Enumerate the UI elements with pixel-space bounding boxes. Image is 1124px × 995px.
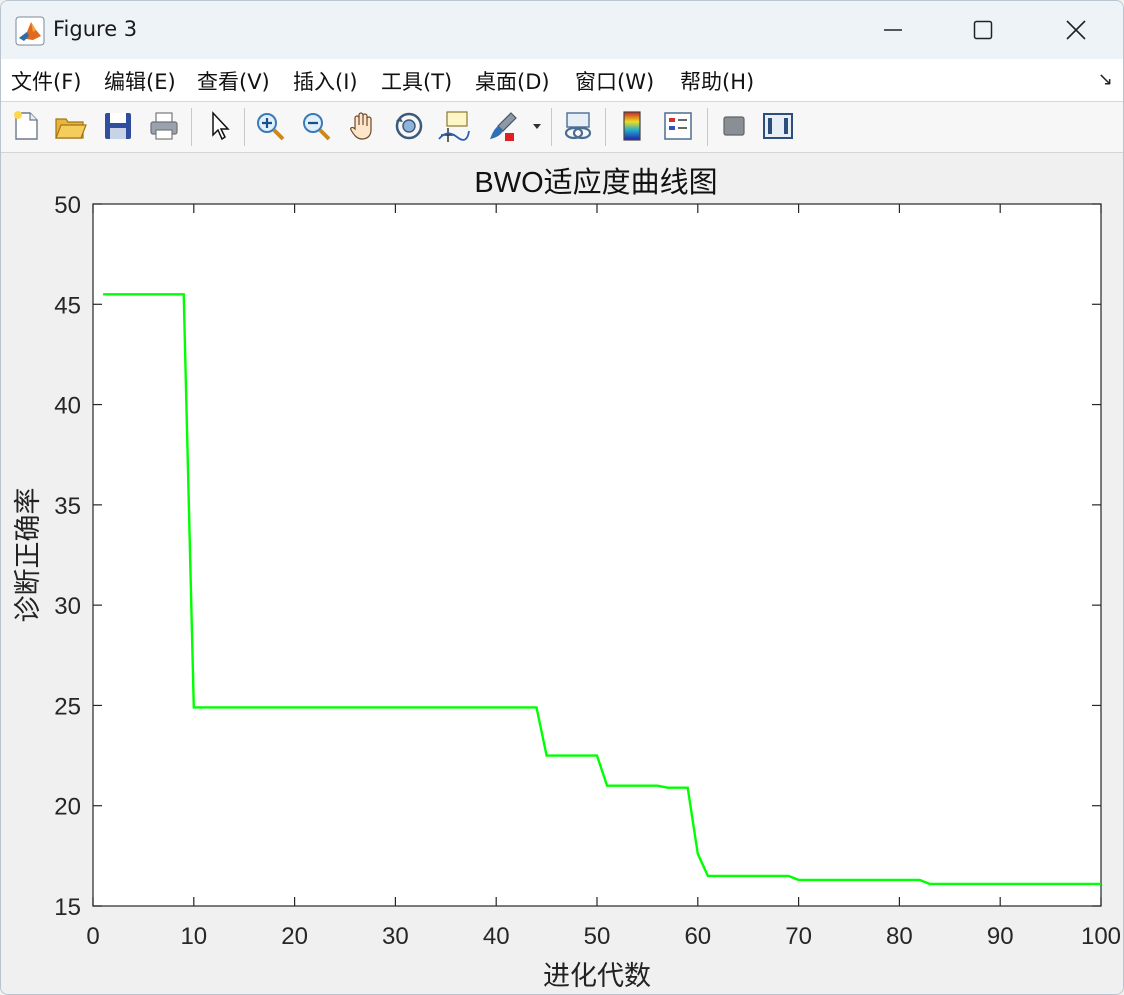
zoom-in-icon[interactable] (253, 109, 287, 143)
y-tick-label: 30 (54, 593, 81, 620)
y-tick-label: 40 (54, 393, 81, 420)
menu-tools[interactable]: 工具(T) (381, 66, 452, 96)
figure-window: Figure 3 文件(F) 编辑(E) 查看(V) 插入(I) 工具(T) 桌… (0, 0, 1124, 995)
plot-svg: BWO适应度曲线图 0 10 20 30 40 50 60 70 80 90 100 15 20 25 30… (13, 166, 1121, 991)
x-tick-label: 100 (1081, 923, 1121, 950)
y-axis-label: 诊断正确率 (13, 488, 43, 623)
rotate-3d-icon[interactable] (392, 109, 426, 143)
zoom-out-icon[interactable] (299, 109, 333, 143)
x-tick-label: 60 (684, 923, 711, 950)
x-tick-label: 90 (987, 923, 1014, 950)
figure-canvas: BWO适应度曲线图 0 10 20 30 40 50 60 70 80 90 100 15 20 25 30… (1, 153, 1123, 994)
menu-desktop[interactable]: 桌面(D) (475, 66, 550, 96)
pan-hand-icon[interactable] (346, 109, 380, 143)
insert-colorbar-icon[interactable] (615, 109, 649, 143)
x-tick-label: 70 (785, 923, 812, 950)
show-plot-tools-icon[interactable] (761, 109, 795, 143)
x-tick-label: 20 (281, 923, 308, 950)
x-axis-label: 进化代数 (543, 961, 651, 991)
pointer-icon[interactable] (203, 109, 237, 143)
x-tick-label: 80 (886, 923, 913, 950)
toolbar-separator (191, 108, 192, 146)
new-figure-icon[interactable] (9, 109, 43, 143)
menu-edit[interactable]: 编辑(E) (104, 66, 176, 96)
menu-insert[interactable]: 插入(I) (293, 66, 358, 96)
maximize-button[interactable] (937, 1, 1029, 59)
menu-file[interactable]: 文件(F) (11, 66, 81, 96)
y-tick-label: 45 (54, 292, 81, 319)
dock-arrow-icon[interactable]: ↘ (1098, 69, 1113, 90)
toolbar-separator (551, 108, 552, 146)
y-tick-label: 25 (54, 693, 81, 720)
link-plot-icon[interactable] (561, 109, 595, 143)
figure-toolbar (1, 102, 1123, 153)
maximize-icon (973, 20, 993, 40)
data-cursor-icon[interactable] (437, 109, 471, 143)
open-file-icon[interactable] (53, 109, 87, 143)
matlab-logo-icon (15, 16, 45, 46)
x-tick-label: 10 (180, 923, 207, 950)
save-icon[interactable] (101, 109, 135, 143)
x-tick-label: 40 (483, 923, 510, 950)
y-tick-label: 50 (54, 192, 81, 219)
brush-icon[interactable] (487, 109, 521, 143)
toolbar-separator (707, 108, 708, 146)
menu-help[interactable]: 帮助(H) (680, 66, 754, 96)
x-tick-label: 0 (86, 923, 99, 950)
insert-legend-icon[interactable] (661, 109, 695, 143)
toolbar-separator (605, 108, 606, 146)
toolbar-separator (244, 108, 245, 146)
y-tick-label: 35 (54, 493, 81, 520)
y-tick-label: 20 (54, 794, 81, 821)
menu-view[interactable]: 查看(V) (197, 66, 270, 96)
window-title: Figure 3 (53, 17, 138, 41)
chart-title: BWO适应度曲线图 (474, 166, 717, 199)
x-tick-label: 30 (382, 923, 409, 950)
menu-bar: 文件(F) 编辑(E) 查看(V) 插入(I) 工具(T) 桌面(D) 窗口(W… (1, 59, 1123, 102)
close-icon (1066, 20, 1086, 40)
minimize-icon (884, 29, 902, 31)
minimize-button[interactable] (847, 1, 939, 59)
menu-window[interactable]: 窗口(W) (575, 66, 654, 96)
axes-box[interactable] (92, 203, 1102, 907)
title-bar: Figure 3 (1, 1, 1123, 59)
y-tick-label: 15 (54, 894, 81, 921)
close-button[interactable] (1030, 1, 1122, 59)
brush-dropdown-icon[interactable] (529, 109, 545, 143)
x-tick-label: 50 (584, 923, 611, 950)
print-icon[interactable] (147, 109, 181, 143)
hide-plot-tools-icon[interactable] (717, 109, 751, 143)
